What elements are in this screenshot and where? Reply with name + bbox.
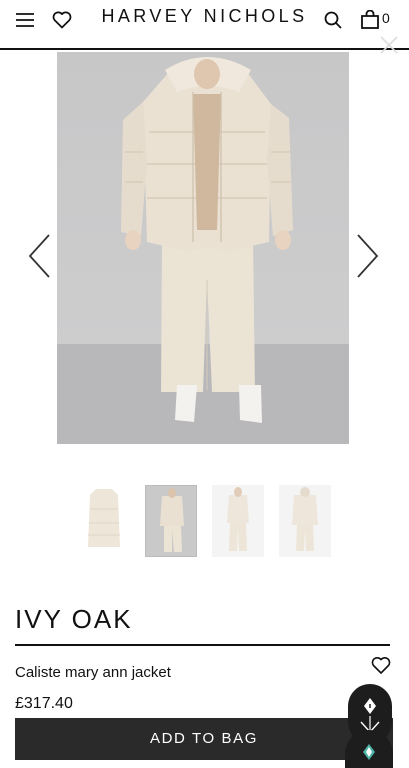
add-to-wishlist-heart-icon[interactable] bbox=[371, 656, 391, 676]
add-to-bag-button[interactable]: ADD TO BAG bbox=[15, 718, 393, 760]
thumbnail-4-image bbox=[292, 487, 318, 551]
product-price: £317.40 bbox=[15, 695, 73, 712]
thumbnail-2-image bbox=[160, 488, 184, 552]
product-name: Caliste mary ann jacket bbox=[15, 664, 171, 681]
brand-logo[interactable]: HARVEY NICHOLS bbox=[0, 6, 409, 27]
next-image-arrow-icon[interactable] bbox=[352, 232, 382, 280]
close-icon[interactable] bbox=[378, 34, 400, 56]
previous-image-arrow-icon[interactable] bbox=[25, 232, 55, 280]
site-header: HARVEY NICHOLS 0 bbox=[0, 0, 409, 50]
model-figure bbox=[121, 57, 293, 423]
brand-divider bbox=[15, 644, 390, 646]
diamond-icon bbox=[363, 744, 375, 760]
product-brand[interactable]: IVY OAK bbox=[15, 604, 133, 635]
assistant-badge-secondary[interactable] bbox=[345, 730, 393, 768]
search-icon[interactable] bbox=[320, 8, 346, 32]
thumbnail-2[interactable] bbox=[145, 485, 197, 557]
thumbnail-3-image bbox=[227, 487, 249, 551]
bag-count: 0 bbox=[382, 10, 390, 26]
thumbnail-4[interactable] bbox=[279, 485, 331, 557]
product-main-image[interactable] bbox=[57, 52, 349, 444]
shopping-bag-icon[interactable] bbox=[357, 8, 383, 32]
thumbnail-1[interactable] bbox=[78, 485, 130, 557]
thumbnail-3[interactable] bbox=[212, 485, 264, 557]
thumbnail-1-image bbox=[88, 489, 120, 547]
